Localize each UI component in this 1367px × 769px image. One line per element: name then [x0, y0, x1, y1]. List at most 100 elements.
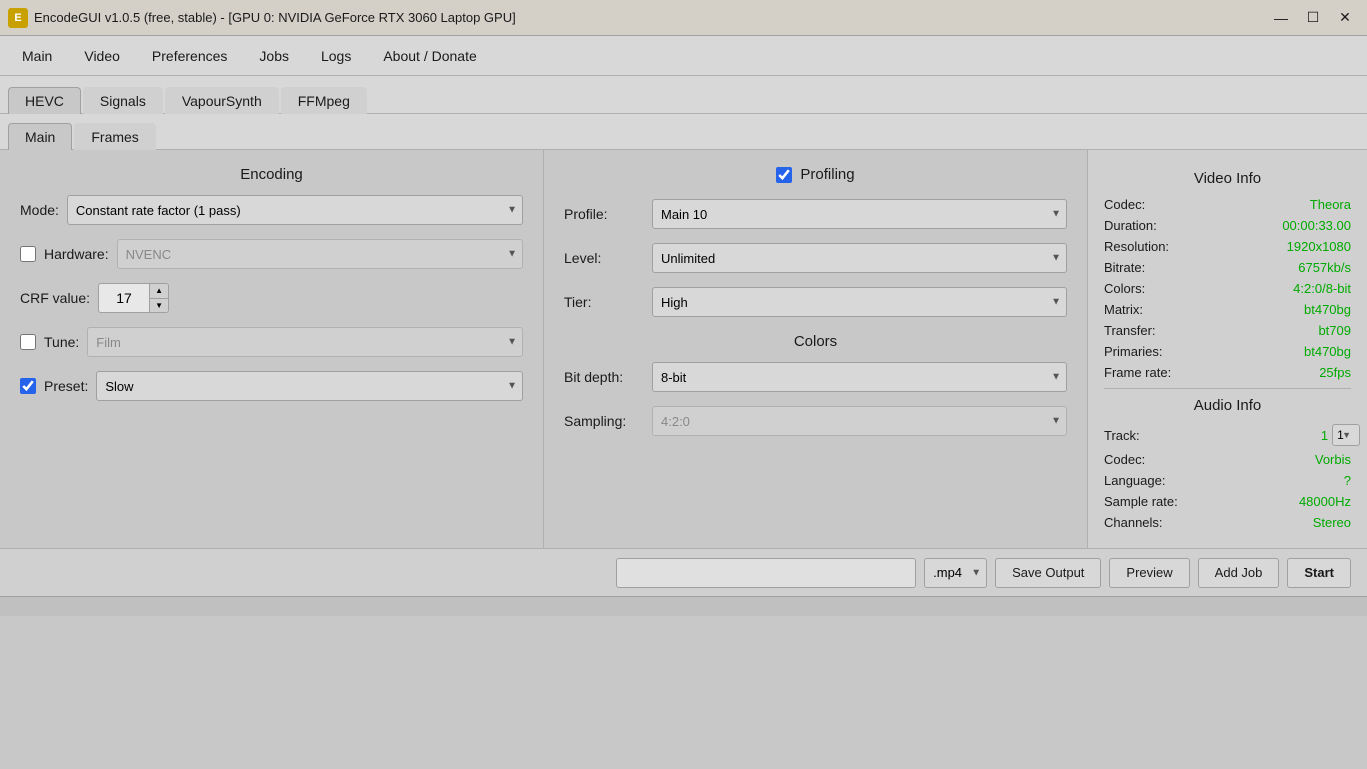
add-job-button[interactable]: Add Job — [1198, 558, 1280, 588]
preset-select-wrapper: Ultrafast Superfast Veryfast Faster Fast… — [96, 371, 523, 401]
language-row: Language: ? — [1104, 473, 1351, 488]
menu-item-about[interactable]: About / Donate — [369, 44, 490, 68]
mode-select-wrapper: Constant rate factor (1 pass) Constant r… — [67, 195, 523, 225]
tier-select-wrapper: Main High ▼ — [652, 287, 1067, 317]
close-button[interactable]: ✕ — [1331, 6, 1359, 30]
crf-spinners: ▲ ▼ — [149, 283, 168, 313]
audio-codec-row: Codec: Vorbis — [1104, 452, 1351, 467]
tab-bar-2: Main Frames — [0, 114, 1367, 150]
colors-row: Colors: 4:2:0/8-bit — [1104, 281, 1351, 296]
resolution-label: Resolution: — [1104, 239, 1169, 254]
output-path-input[interactable] — [616, 558, 916, 588]
title-bar-controls: — ☐ ✕ — [1267, 6, 1359, 30]
sampling-select[interactable]: 4:2:0 4:2:2 4:4:4 — [652, 406, 1067, 436]
audio-codec-label: Codec: — [1104, 452, 1145, 467]
bitdepth-select-wrapper: 8-bit 10-bit 12-bit ▼ — [652, 362, 1067, 392]
encoding-panel: Encoding Mode: Constant rate factor (1 p… — [0, 150, 544, 548]
bitdepth-row: Bit depth: 8-bit 10-bit 12-bit ▼ — [564, 362, 1067, 392]
preset-label: Preset: — [44, 378, 88, 394]
transfer-value: bt709 — [1318, 323, 1351, 338]
app-icon-label: E — [14, 12, 21, 24]
app-icon: E — [8, 8, 28, 28]
duration-row: Duration: 00:00:33.00 — [1104, 218, 1351, 233]
hardware-select[interactable]: NVENC AMF QuickSync — [117, 239, 523, 269]
codec-label: Codec: — [1104, 197, 1145, 212]
framerate-label: Frame rate: — [1104, 365, 1171, 380]
tier-select[interactable]: Main High — [652, 287, 1067, 317]
crf-label: CRF value: — [20, 290, 90, 306]
language-label: Language: — [1104, 473, 1165, 488]
samplerate-value: 48000Hz — [1299, 494, 1351, 509]
menu-item-preferences[interactable]: Preferences — [138, 44, 241, 68]
duration-label: Duration: — [1104, 218, 1157, 233]
matrix-label: Matrix: — [1104, 302, 1143, 317]
preset-select[interactable]: Ultrafast Superfast Veryfast Faster Fast… — [96, 371, 523, 401]
profile-label: Profile: — [564, 206, 644, 222]
samplerate-row: Sample rate: 48000Hz — [1104, 494, 1351, 509]
transfer-row: Transfer: bt709 — [1104, 323, 1351, 338]
encoding-section-title: Encoding — [20, 166, 523, 183]
format-select-wrapper: .mp4 .mkv .mov .avi ▼ — [924, 558, 987, 588]
profiling-panel: Profiling Profile: Main Main 10 Main Sti… — [544, 150, 1087, 548]
crf-input[interactable] — [99, 290, 149, 306]
codec-row: Codec: Theora — [1104, 197, 1351, 212]
level-label: Level: — [564, 250, 644, 266]
language-value: ? — [1344, 473, 1351, 488]
resolution-row: Resolution: 1920x1080 — [1104, 239, 1351, 254]
profiling-header: Profiling — [564, 166, 1067, 183]
hardware-checkbox[interactable] — [20, 246, 36, 262]
profile-select[interactable]: Main Main 10 Main Still Picture — [652, 199, 1067, 229]
tune-row: Tune: Film Animation Grain StillImage ▼ — [20, 327, 523, 357]
channels-label: Channels: — [1104, 515, 1163, 530]
hardware-label: Hardware: — [44, 246, 109, 262]
tab-main[interactable]: Main — [8, 123, 72, 150]
maximize-button[interactable]: ☐ — [1299, 6, 1327, 30]
bottom-bar: .mp4 .mkv .mov .avi ▼ Save Output Previe… — [0, 548, 1367, 596]
bitdepth-select[interactable]: 8-bit 10-bit 12-bit — [652, 362, 1067, 392]
tune-select[interactable]: Film Animation Grain StillImage — [87, 327, 523, 357]
sampling-label: Sampling: — [564, 413, 644, 429]
menu-item-main[interactable]: Main — [8, 44, 66, 68]
format-select[interactable]: .mp4 .mkv .mov .avi — [924, 558, 987, 588]
main-panels: Encoding Mode: Constant rate factor (1 p… — [0, 150, 1367, 548]
track-row: Track: 1 1 ▼ — [1104, 424, 1351, 446]
start-button[interactable]: Start — [1287, 558, 1351, 588]
audio-info-title: Audio Info — [1104, 397, 1351, 414]
mode-select[interactable]: Constant rate factor (1 pass) Constant r… — [67, 195, 523, 225]
colors-label: Colors: — [1104, 281, 1145, 296]
profile-row: Profile: Main Main 10 Main Still Picture… — [564, 199, 1067, 229]
tab-signals[interactable]: Signals — [83, 87, 163, 114]
minimize-button[interactable]: — — [1267, 6, 1295, 30]
video-info-title: Video Info — [1104, 170, 1351, 187]
menu-item-jobs[interactable]: Jobs — [245, 44, 303, 68]
duration-value: 00:00:33.00 — [1282, 218, 1351, 233]
tab-hevc[interactable]: HEVC — [8, 87, 81, 114]
matrix-row: Matrix: bt470bg — [1104, 302, 1351, 317]
preview-button[interactable]: Preview — [1109, 558, 1189, 588]
tab-ffmpeg[interactable]: FFMpeg — [281, 87, 367, 114]
matrix-value: bt470bg — [1304, 302, 1351, 317]
colors-section-title: Colors — [564, 333, 1067, 350]
menu-item-logs[interactable]: Logs — [307, 44, 365, 68]
crf-down-button[interactable]: ▼ — [150, 299, 168, 314]
primaries-value: bt470bg — [1304, 344, 1351, 359]
tier-label: Tier: — [564, 294, 644, 310]
save-output-button[interactable]: Save Output — [995, 558, 1101, 588]
primaries-row: Primaries: bt470bg — [1104, 344, 1351, 359]
menu-item-video[interactable]: Video — [70, 44, 134, 68]
bitrate-row: Bitrate: 6757kb/s — [1104, 260, 1351, 275]
profile-select-wrapper: Main Main 10 Main Still Picture ▼ — [652, 199, 1067, 229]
preset-checkbox[interactable] — [20, 378, 36, 394]
track-select-container: 1 1 ▼ — [1321, 424, 1351, 446]
tab-frames[interactable]: Frames — [74, 123, 155, 150]
level-select[interactable]: Unlimited 1.0 2.0 2.1 3.0 3.1 4.0 4.1 5.… — [652, 243, 1067, 273]
title-text: EncodeGUI v1.0.5 (free, stable) - [GPU 0… — [34, 10, 516, 25]
tab-vapoursynth[interactable]: VapourSynth — [165, 87, 279, 114]
bitdepth-label: Bit depth: — [564, 369, 644, 385]
crf-up-button[interactable]: ▲ — [150, 283, 168, 299]
crf-input-wrapper: ▲ ▼ — [98, 283, 169, 313]
profiling-checkbox[interactable] — [776, 167, 792, 183]
track-select[interactable]: 1 — [1332, 424, 1360, 446]
title-bar-left: E EncodeGUI v1.0.5 (free, stable) - [GPU… — [8, 8, 516, 28]
tune-checkbox[interactable] — [20, 334, 36, 350]
